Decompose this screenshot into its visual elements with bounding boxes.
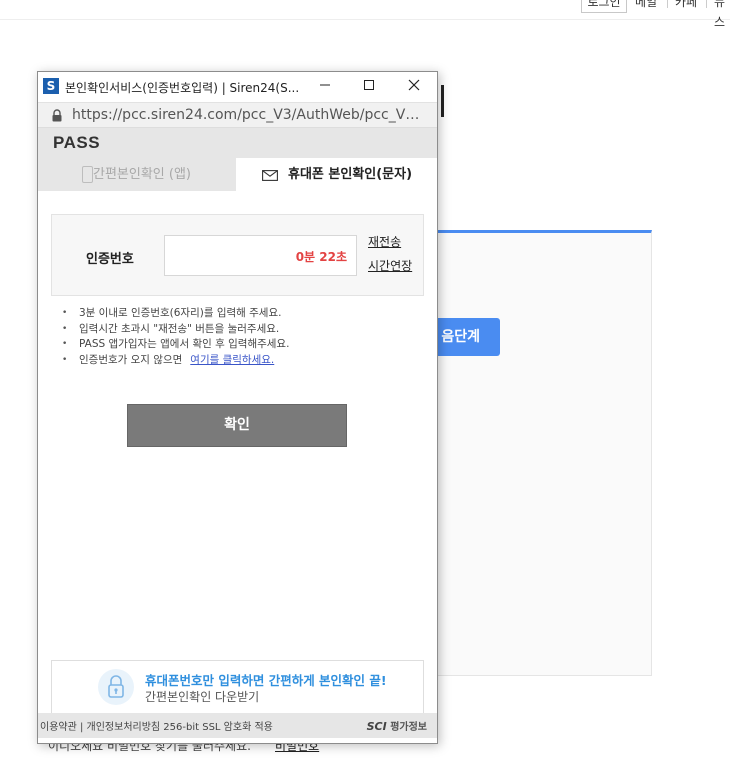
maximize-button[interactable] — [347, 72, 391, 102]
popup-content: 인증번호 0분 22초 재전송 시간연장 3분 이내로 인증번호(6자리)를 입… — [38, 191, 437, 743]
key-lock-icon — [98, 669, 134, 705]
background-nav-divider — [667, 0, 668, 8]
siren24-app-icon: S — [43, 78, 59, 94]
close-button[interactable] — [392, 72, 436, 102]
resend-link[interactable]: 재전송 — [368, 233, 401, 250]
address-bar[interactable]: https://pcc.siren24.com/pcc_V3/AuthWeb/p… — [38, 102, 437, 128]
background-card — [420, 230, 652, 676]
sci-mark: SCI — [366, 720, 387, 733]
tab-sms-verification[interactable]: 휴대폰 본인확인(문자) — [236, 158, 437, 191]
envelope-icon — [262, 170, 278, 181]
pass-header: PASS — [38, 128, 437, 158]
confirm-button[interactable]: 확인 — [127, 404, 347, 447]
code-entry-box: 인증번호 0분 22초 재전송 시간연장 — [51, 214, 424, 296]
auth-tabs: 간편본인확인 (앱) 휴대폰 본인확인(문자) — [38, 158, 437, 191]
minimize-button[interactable] — [303, 72, 347, 102]
instruction-text: 인증번호가 오지 않으면 — [79, 353, 183, 366]
promo-headline: 휴대폰번호만 입력하면 간편하게 본인확인 끝! — [145, 673, 387, 688]
instruction-item: PASS 앱가입자는 앱에서 확인 후 입력해주세요. — [60, 337, 430, 353]
verification-popup-window: S 본인확인서비스(인증번호입력) | Siren24(S... https:/… — [37, 71, 438, 744]
lock-icon — [52, 109, 62, 122]
extend-time-link[interactable]: 시간연장 — [368, 257, 412, 274]
promo-download-text[interactable]: 간편본인확인 다운받기 — [145, 688, 259, 705]
instruction-item: 인증번호가 오지 않으면 여기를 클릭하세요. — [60, 353, 430, 369]
background-nav-cafe[interactable]: 카페 — [675, 0, 697, 12]
code-label: 인증번호 — [86, 252, 134, 267]
tab-sms-label: 휴대폰 본인확인(문자) — [288, 167, 413, 182]
sci-brand-name: 평가정보 — [390, 722, 427, 733]
instruction-item: 입력시간 초과시 "재전송" 버튼을 눌러주세요. — [60, 322, 430, 338]
background-login-button[interactable]: 로그인 — [581, 0, 627, 13]
popup-footer: 이용약관 | 개인정보처리방침 256-bit SSL 암호화 적용 SCI 평… — [38, 713, 437, 738]
background-nav-mail[interactable]: 메일 — [635, 0, 657, 12]
background-nav-divider — [706, 0, 707, 8]
click-here-link[interactable]: 여기를 클릭하세요. — [190, 354, 274, 366]
background-nav-news[interactable]: 뉴스 — [714, 0, 730, 32]
pass-logo: PASS — [53, 133, 101, 152]
close-icon — [408, 79, 420, 91]
instruction-list: 3분 이내로 인증번호(6자리)를 입력해 주세요. 입력시간 초과시 "재전송… — [60, 306, 430, 368]
verification-code-input[interactable]: 0분 22초 — [164, 235, 357, 276]
tab-app-label: 간편본인확인 (앱) — [93, 167, 191, 182]
countdown-timer: 0분 22초 — [295, 250, 347, 264]
maximize-icon — [364, 80, 374, 90]
url-text[interactable]: https://pcc.siren24.com/pcc_V3/AuthWeb/p… — [72, 107, 422, 123]
promo-banner[interactable]: 휴대폰번호만 입력하면 간편하게 본인확인 끝! 간편본인확인 다운받기 — [51, 660, 424, 715]
sci-brand-logo: SCI 평가정보 — [367, 718, 427, 733]
window-title: 본인확인서비스(인증번호입력) | Siren24(S... — [65, 81, 300, 95]
smartphone-icon — [82, 166, 93, 183]
footer-links[interactable]: 이용약관 | 개인정보처리방침 256-bit SSL 암호화 적용 — [40, 718, 273, 733]
window-title-bar[interactable]: S 본인확인서비스(인증번호입력) | Siren24(S... — [38, 72, 437, 102]
background-heading-bar — [441, 85, 444, 117]
tab-app-verification[interactable]: 간편본인확인 (앱) — [38, 158, 236, 191]
instruction-item: 3분 이내로 인증번호(6자리)를 입력해 주세요. — [60, 306, 430, 322]
minimize-icon — [320, 84, 330, 86]
